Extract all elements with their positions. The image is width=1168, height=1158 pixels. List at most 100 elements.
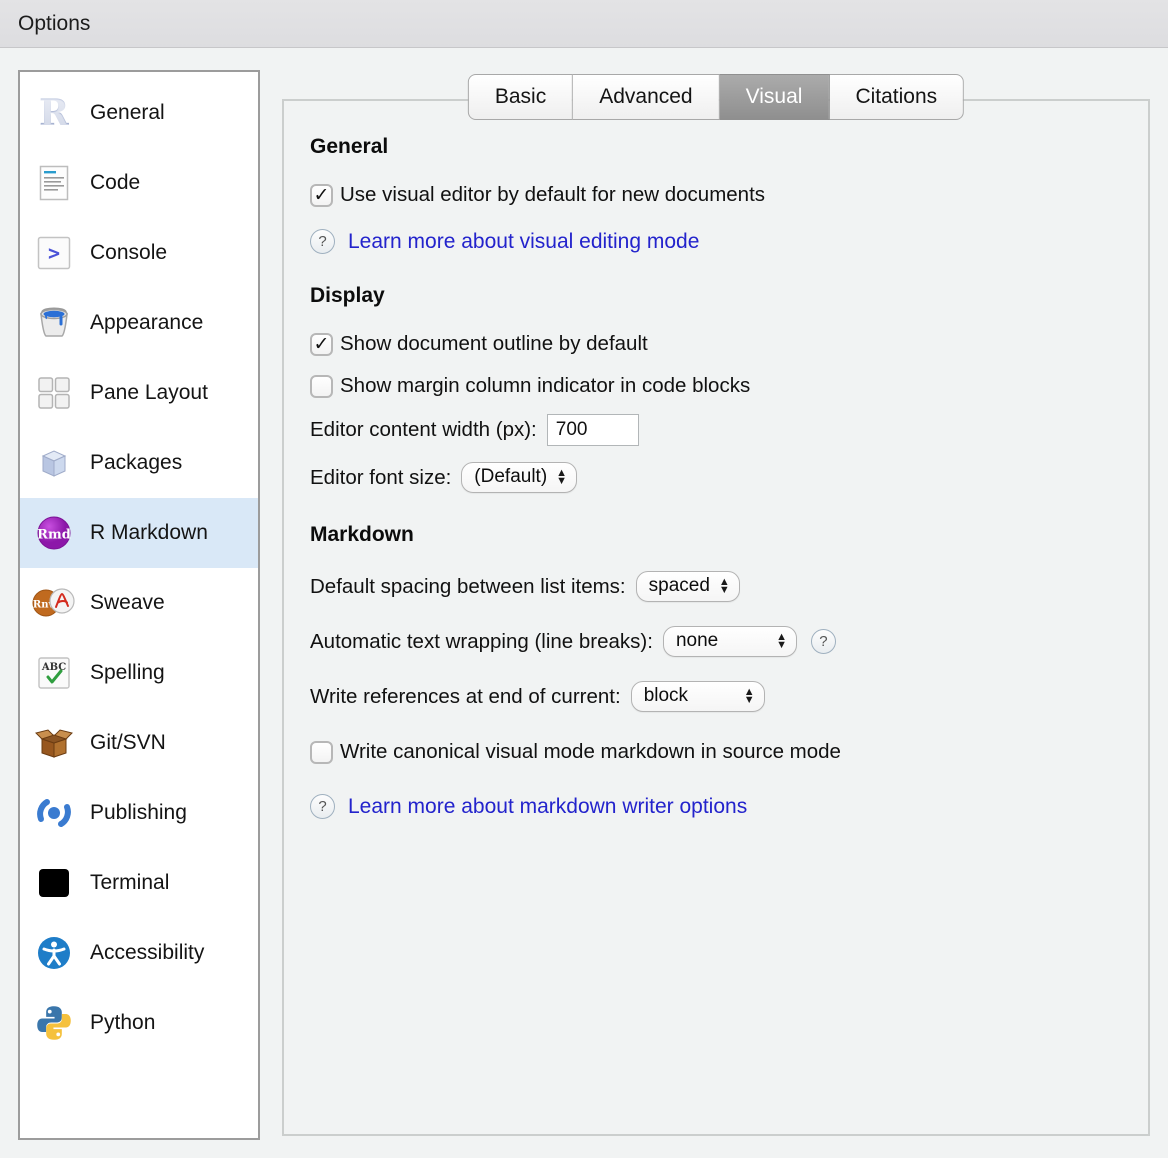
sidebar-item-appearance[interactable]: Appearance xyxy=(20,288,258,358)
svg-text:Rmd: Rmd xyxy=(37,528,71,543)
markdown-section-heading: Markdown xyxy=(310,523,1148,547)
list-spacing-row: Default spacing between list items: spac… xyxy=(310,571,1148,602)
canonical-markdown-row: Write canonical visual mode markdown in … xyxy=(310,740,1148,764)
editor-width-row: Editor content width (px): xyxy=(310,414,1148,446)
select-value: (Default) xyxy=(474,466,547,488)
git-box-icon xyxy=(32,723,76,763)
tab-advanced[interactable]: Advanced xyxy=(573,74,719,120)
sidebar-item-terminal[interactable]: Terminal xyxy=(20,848,258,918)
tab-basic[interactable]: Basic xyxy=(468,74,573,120)
general-section-heading: General xyxy=(310,135,1148,159)
text-wrapping-label: Automatic text wrapping (line breaks): xyxy=(310,630,653,654)
sidebar-item-label: Python xyxy=(90,1011,155,1035)
sidebar-item-spelling[interactable]: ABC Spelling xyxy=(20,638,258,708)
tab-label: Basic xyxy=(495,85,546,109)
sidebar-item-label: Terminal xyxy=(90,871,169,895)
markdown-writer-help-row: ? Learn more about markdown writer optio… xyxy=(310,794,1148,819)
editor-font-size-label: Editor font size: xyxy=(310,466,451,490)
package-cube-icon xyxy=(32,443,76,483)
sidebar-item-label: Appearance xyxy=(90,311,203,335)
use-visual-editor-label[interactable]: Use visual editor by default for new doc… xyxy=(340,183,765,207)
editor-font-size-select[interactable]: (Default) ▲▼ xyxy=(461,462,577,493)
select-value: none xyxy=(676,630,718,652)
references-label: Write references at end of current: xyxy=(310,685,621,709)
sidebar-item-label: Git/SVN xyxy=(90,731,166,755)
sidebar-item-git-svn[interactable]: Git/SVN xyxy=(20,708,258,778)
show-margin-checkbox[interactable] xyxy=(310,375,333,398)
rmd-badge-icon: Rmd xyxy=(32,513,76,553)
show-outline-checkbox[interactable]: ✓ xyxy=(310,333,333,356)
window-title: Options xyxy=(18,12,90,36)
preferences-tabbar: Basic Advanced Visual Citations xyxy=(468,74,964,120)
pane-grid-icon xyxy=(32,373,76,413)
show-margin-row: Show margin column indicator in code blo… xyxy=(310,374,1148,398)
help-icon[interactable]: ? xyxy=(310,794,335,819)
r-logo-icon: R xyxy=(32,93,76,133)
references-row: Write references at end of current: bloc… xyxy=(310,681,1148,712)
list-spacing-select[interactable]: spaced ▲▼ xyxy=(636,571,740,602)
tab-citations[interactable]: Citations xyxy=(829,74,964,120)
sidebar-item-label: Publishing xyxy=(90,801,187,825)
help-icon[interactable]: ? xyxy=(310,229,335,254)
editor-width-label: Editor content width (px): xyxy=(310,418,537,442)
select-arrows-icon: ▲▼ xyxy=(744,688,755,704)
list-spacing-label: Default spacing between list items: xyxy=(310,575,626,599)
editor-width-input[interactable] xyxy=(547,414,639,446)
options-sidebar: R General Code > Console xyxy=(18,70,260,1140)
select-arrows-icon: ▲▼ xyxy=(719,578,730,594)
sidebar-item-r-markdown[interactable]: Rmd R Markdown xyxy=(20,498,258,568)
sidebar-item-code[interactable]: Code xyxy=(20,148,258,218)
sidebar-item-packages[interactable]: Packages xyxy=(20,428,258,498)
learn-markdown-writer-link[interactable]: Learn more about markdown writer options xyxy=(348,795,747,819)
accessibility-icon xyxy=(32,933,76,973)
select-value: block xyxy=(644,685,688,707)
canonical-markdown-checkbox[interactable] xyxy=(310,741,333,764)
learn-visual-editing-link[interactable]: Learn more about visual editing mode xyxy=(348,230,699,254)
show-outline-row: ✓ Show document outline by default xyxy=(310,332,1148,356)
sidebar-item-label: Spelling xyxy=(90,661,165,685)
sidebar-item-label: General xyxy=(90,101,165,125)
references-select[interactable]: block ▲▼ xyxy=(631,681,765,712)
sidebar-item-sweave[interactable]: Rnw Sweave xyxy=(20,568,258,638)
tab-label: Citations xyxy=(855,85,937,109)
show-outline-label[interactable]: Show document outline by default xyxy=(340,332,648,356)
show-margin-label[interactable]: Show margin column indicator in code blo… xyxy=(340,374,750,398)
sidebar-item-accessibility[interactable]: Accessibility xyxy=(20,918,258,988)
sidebar-item-publishing[interactable]: Publishing xyxy=(20,778,258,848)
sidebar-item-label: R Markdown xyxy=(90,521,208,545)
sidebar-item-general[interactable]: R General xyxy=(20,78,258,148)
sidebar-item-label: Sweave xyxy=(90,591,165,615)
visual-tab-panel: General ✓ Use visual editor by default f… xyxy=(282,99,1150,1136)
select-arrows-icon: ▲▼ xyxy=(776,633,787,649)
sidebar-item-label: Code xyxy=(90,171,140,195)
canonical-markdown-label[interactable]: Write canonical visual mode markdown in … xyxy=(340,740,841,764)
sidebar-item-python[interactable]: Python xyxy=(20,988,258,1058)
text-wrapping-select[interactable]: none ▲▼ xyxy=(663,626,797,657)
sidebar-item-label: Accessibility xyxy=(90,941,204,965)
select-value: spaced xyxy=(649,575,710,597)
sidebar-item-console[interactable]: > Console xyxy=(20,218,258,288)
sidebar-item-label: Packages xyxy=(90,451,182,475)
select-arrows-icon: ▲▼ xyxy=(556,469,567,485)
tab-visual[interactable]: Visual xyxy=(720,74,830,120)
sidebar-item-pane-layout[interactable]: Pane Layout xyxy=(20,358,258,428)
display-section-heading: Display xyxy=(310,284,1148,308)
sidebar-item-label: Pane Layout xyxy=(90,381,208,405)
use-visual-editor-checkbox[interactable]: ✓ xyxy=(310,184,333,207)
code-document-icon xyxy=(32,163,76,203)
spellcheck-icon: ABC xyxy=(32,653,76,693)
sidebar-item-label: Console xyxy=(90,241,167,265)
use-visual-editor-row: ✓ Use visual editor by default for new d… xyxy=(310,183,1148,207)
help-icon[interactable]: ? xyxy=(811,629,836,654)
tab-label: Advanced xyxy=(599,85,692,109)
rnw-pdf-icon: Rnw xyxy=(32,583,76,623)
svg-text:>: > xyxy=(48,241,60,265)
publishing-icon xyxy=(32,793,76,833)
python-icon xyxy=(32,1003,76,1043)
console-prompt-icon: > xyxy=(32,233,76,273)
text-wrapping-row: Automatic text wrapping (line breaks): n… xyxy=(310,626,1148,657)
paint-bucket-icon xyxy=(32,303,76,343)
visual-editing-help-row: ? Learn more about visual editing mode xyxy=(310,229,1148,254)
terminal-icon xyxy=(32,863,76,903)
editor-font-size-row: Editor font size: (Default) ▲▼ xyxy=(310,462,1148,493)
